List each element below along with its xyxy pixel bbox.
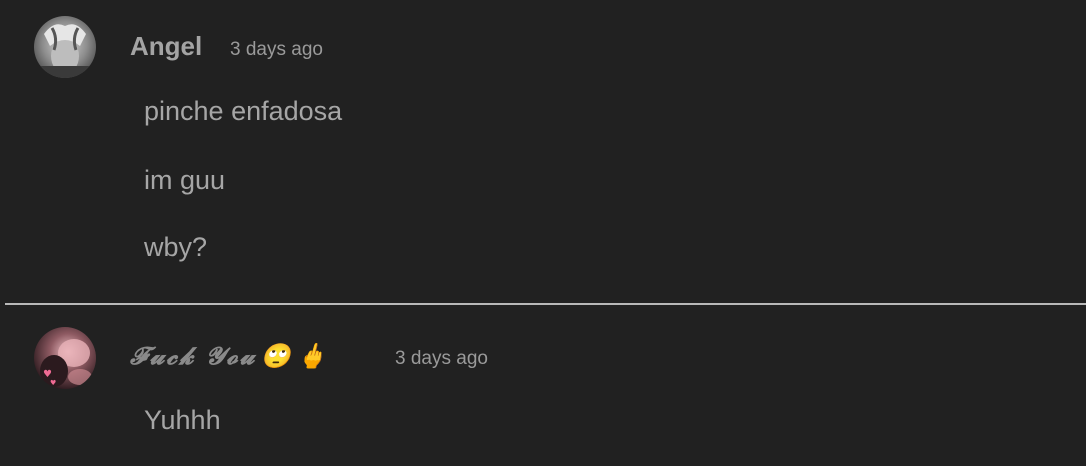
middle-finger-emoji-icon: 🖕 [296,341,329,370]
comment-author[interactable]: 𝓕𝓾𝓬𝓴 𝓨𝓸𝓾 🙄 🖕 [130,341,328,370]
comment: Angel 3 days ago pinche enfadosa im guu … [0,0,1086,303]
comment-timestamp: 3 days ago [230,39,323,60]
svg-text:♥: ♥ [50,379,56,387]
author-name: 𝓕𝓾𝓬𝓴 𝓨𝓸𝓾 [130,341,257,370]
avatar[interactable]: ♥ ♥ [34,327,96,389]
comment-timestamp: 3 days ago [395,348,488,369]
avatar-photo [34,16,96,78]
comment-line: pinche enfadosa [144,96,343,126]
comment-line: im guu [144,165,226,195]
comment-author[interactable]: Angel [130,31,202,62]
comment-line: Yuhhh [144,405,221,435]
avatar-photo: ♥ ♥ [34,327,96,389]
avatar[interactable] [34,16,96,78]
eye-roll-emoji-icon: 🙄 [260,341,293,370]
comment: ♥ ♥ 𝓕𝓾𝓬𝓴 𝓨𝓸𝓾 🙄 🖕 3 days ago Yuhhh [0,305,1086,466]
comment-line: wby? [144,232,208,262]
